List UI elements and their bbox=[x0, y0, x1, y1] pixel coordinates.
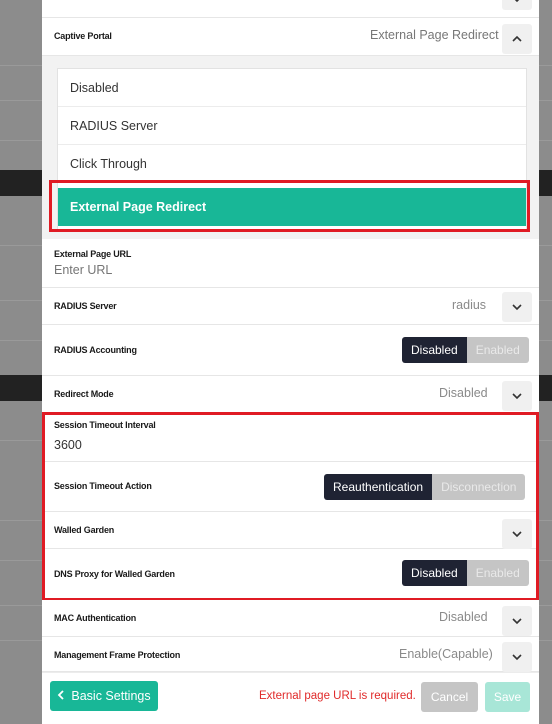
captive-portal-value[interactable]: External Page Redirect bbox=[370, 28, 499, 42]
captive-portal-label: Captive Portal bbox=[54, 31, 112, 41]
cancel-button[interactable]: Cancel bbox=[421, 682, 478, 712]
radius-server-value[interactable]: radius bbox=[452, 298, 486, 312]
mac-authentication-row[interactable]: MAC Authentication Disabled bbox=[42, 600, 539, 637]
radius-accounting-enabled-button[interactable]: Enabled bbox=[466, 337, 529, 363]
basic-settings-label: Basic Settings bbox=[71, 689, 151, 703]
radius-accounting-toggle: Disabled Enabled bbox=[402, 337, 529, 363]
option-click-through[interactable]: Click Through bbox=[58, 145, 526, 183]
radius-accounting-label: RADIUS Accounting bbox=[54, 345, 137, 355]
basic-settings-button[interactable]: Basic Settings bbox=[50, 681, 158, 711]
captive-portal-settings-modal: Captive Portal External Page Redirect Di… bbox=[42, 0, 539, 724]
previous-setting-row bbox=[42, 0, 539, 18]
management-frame-protection-value[interactable]: Enable(Capable) bbox=[399, 647, 493, 661]
chevron-down-icon[interactable] bbox=[502, 606, 532, 636]
redirect-mode-row[interactable]: Redirect Mode Disabled bbox=[42, 376, 539, 413]
option-radius-server[interactable]: RADIUS Server bbox=[58, 107, 526, 145]
highlight-box-selected-option bbox=[49, 180, 530, 232]
external-page-url-label: External Page URL bbox=[54, 249, 132, 259]
external-page-url-input[interactable] bbox=[54, 263, 514, 277]
chevron-down-icon[interactable] bbox=[502, 292, 532, 322]
chevron-down-icon[interactable] bbox=[502, 642, 532, 672]
redirect-mode-label: Redirect Mode bbox=[54, 389, 114, 399]
radius-accounting-row: RADIUS Accounting Disabled Enabled bbox=[42, 325, 539, 376]
chevron-left-icon bbox=[57, 689, 65, 703]
mac-authentication-label: MAC Authentication bbox=[54, 613, 137, 623]
mac-authentication-value[interactable]: Disabled bbox=[439, 610, 488, 624]
radius-accounting-disabled-button[interactable]: Disabled bbox=[402, 337, 467, 363]
save-button[interactable]: Save bbox=[485, 682, 530, 712]
modal-footer: Basic Settings External page URL is requ… bbox=[42, 672, 539, 724]
option-disabled[interactable]: Disabled bbox=[58, 69, 526, 107]
captive-portal-row[interactable]: Captive Portal External Page Redirect bbox=[42, 18, 539, 56]
validation-error-message: External page URL is required. bbox=[259, 690, 416, 702]
chevron-up-icon[interactable] bbox=[502, 24, 532, 54]
radius-server-label: RADIUS Server bbox=[54, 301, 117, 311]
redirect-mode-value[interactable]: Disabled bbox=[439, 386, 488, 400]
chevron-down-icon[interactable] bbox=[502, 0, 532, 10]
management-frame-protection-label: Management Frame Protection bbox=[54, 650, 181, 660]
highlight-box-session-settings bbox=[42, 412, 539, 601]
management-frame-protection-row[interactable]: Management Frame Protection Enable(Capab… bbox=[42, 637, 539, 672]
radius-server-row[interactable]: RADIUS Server radius bbox=[42, 288, 539, 325]
external-page-url-row: External Page URL bbox=[42, 239, 539, 288]
chevron-down-icon[interactable] bbox=[502, 381, 532, 411]
